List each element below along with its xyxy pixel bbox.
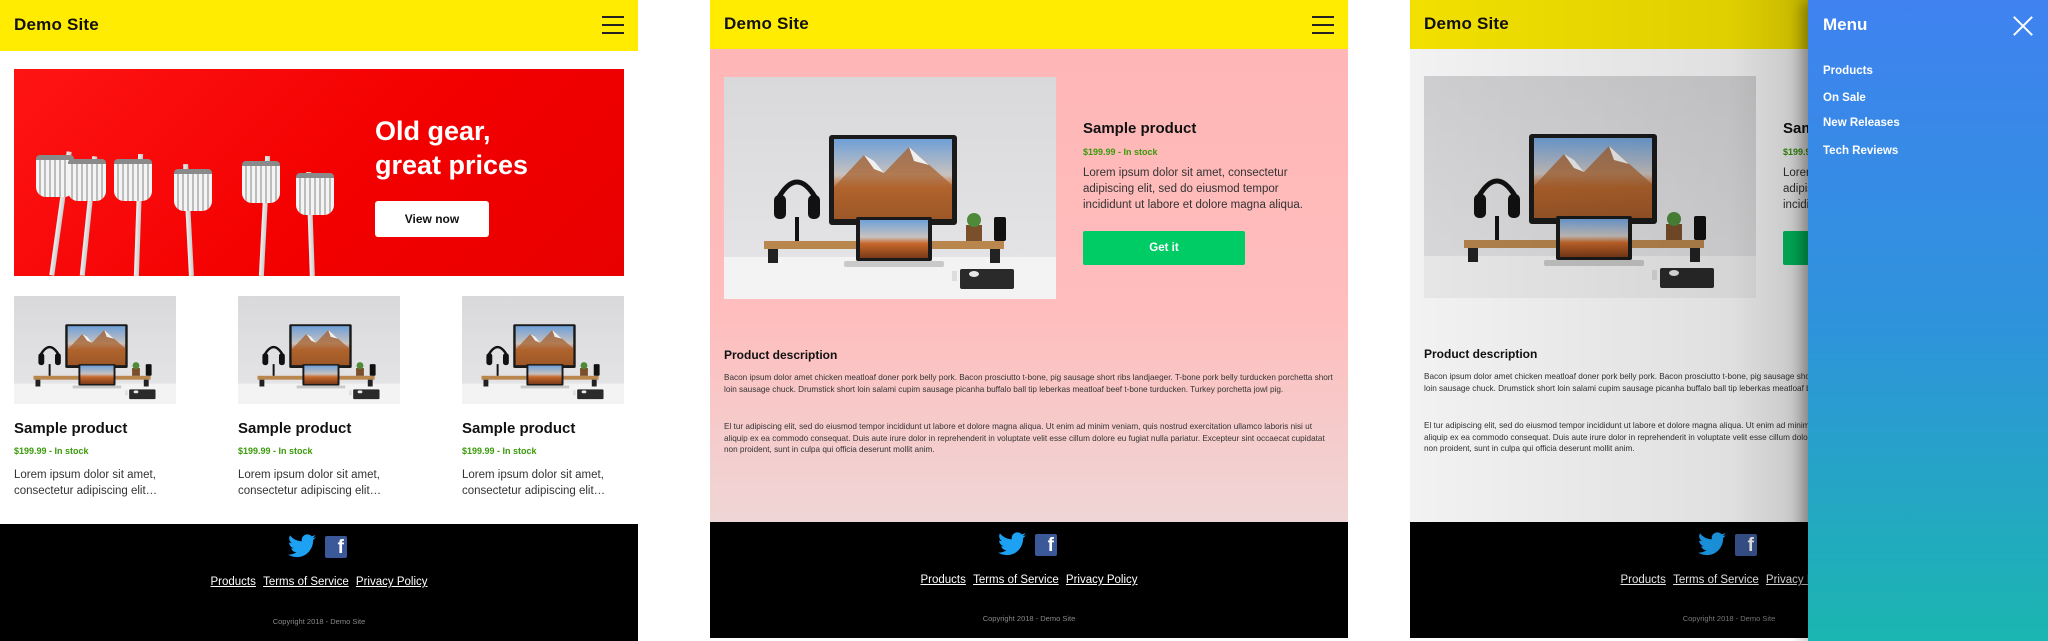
product-description-paragraph: Bacon ipsum dolor amet chicken meatloaf …: [724, 373, 1333, 394]
close-icon[interactable]: [2012, 15, 2034, 37]
menu-title: Menu: [1823, 15, 1868, 34]
product-image[interactable]: [238, 296, 400, 404]
footer-link-privacy[interactable]: Privacy Policy: [1066, 574, 1138, 586]
twitter-icon[interactable]: [1698, 532, 1726, 556]
product-price: $199.99 - In stock: [238, 446, 313, 456]
site-header: Demo Site: [0, 0, 638, 51]
menu-item-tech-reviews[interactable]: Tech Reviews: [1823, 145, 1898, 157]
twitter-icon[interactable]: [288, 534, 316, 558]
product-summary: Lorem ipsum dolor sit amet, consectetur …: [1083, 167, 1303, 211]
product-screen: Demo Site Sample product $199.99 - In st…: [710, 0, 1348, 638]
site-logo[interactable]: Demo Site: [1424, 14, 1509, 34]
menu-item-on-sale[interactable]: On Sale: [1823, 92, 1866, 104]
footer-link-products[interactable]: Products: [920, 574, 965, 586]
product-description-title: Product description: [1424, 347, 1538, 361]
footer-link-terms[interactable]: Terms of Service: [1673, 574, 1759, 586]
product-price: $199.99 - In stock: [462, 446, 537, 456]
footer-link-terms[interactable]: Terms of Service: [973, 574, 1059, 586]
product-image: [1424, 76, 1756, 298]
footer-links: Products Terms of Service Privacy Policy: [710, 574, 1348, 586]
menu-item-products[interactable]: Products: [1823, 65, 1873, 77]
copyright-text: Copyright 2018 - Demo Site: [982, 614, 1076, 623]
hamburger-menu-icon[interactable]: [602, 16, 624, 34]
site-logo[interactable]: Demo Site: [724, 14, 809, 34]
footer-link-terms[interactable]: Terms of Service: [263, 576, 349, 588]
get-it-button[interactable]: Get it: [1083, 231, 1245, 265]
copyright-text: Copyright 2018 - Demo Site: [272, 617, 366, 626]
slide-out-menu: Menu Products On Sale New Releases Tech …: [1808, 0, 2048, 641]
footer-link-products[interactable]: Products: [210, 576, 255, 588]
hero-banner: Old gear, great prices View now: [14, 69, 624, 276]
hamburger-menu-icon[interactable]: [1312, 16, 1334, 34]
hero-title: Old gear, great prices: [375, 116, 529, 180]
product-description-paragraph: El tur adipiscing elit, sed do eiusmod t…: [724, 422, 1325, 455]
product-name[interactable]: Sample product: [238, 420, 351, 437]
product-price: $199.99 - In stock: [14, 446, 89, 456]
facebook-icon[interactable]: f: [1035, 534, 1057, 556]
facebook-icon[interactable]: f: [325, 536, 347, 558]
site-footer: f Products Terms of Service Privacy Poli…: [0, 524, 638, 641]
product-description: Lorem ipsum dolor sit amet, consectetur …: [238, 469, 382, 497]
product-image[interactable]: [14, 296, 176, 404]
product-price: $199.99 - In stock: [1083, 147, 1158, 157]
home-screen: Demo Site Old gear, great prices View no…: [0, 0, 638, 641]
footer-link-products[interactable]: Products: [1620, 574, 1665, 586]
site-footer: f Products Terms of Service Privacy Poli…: [710, 522, 1348, 638]
social-links: f: [710, 532, 1348, 558]
menu-item-new-releases[interactable]: New Releases: [1823, 117, 1900, 129]
social-links: f: [0, 534, 638, 560]
facebook-icon[interactable]: f: [1735, 534, 1757, 556]
view-now-button[interactable]: View now: [375, 201, 489, 237]
product-description-title: Product description: [724, 348, 838, 362]
footer-link-privacy[interactable]: Privacy Policy: [356, 576, 428, 588]
site-logo[interactable]: Demo Site: [14, 15, 99, 35]
product-image[interactable]: [462, 296, 624, 404]
twitter-icon[interactable]: [998, 532, 1026, 556]
product-name[interactable]: Sample product: [462, 420, 575, 437]
footer-links: Products Terms of Service Privacy Policy: [0, 576, 638, 588]
product-description: Lorem ipsum dolor sit amet, consectetur …: [462, 469, 606, 497]
product-name[interactable]: Sample product: [14, 420, 127, 437]
product-description: Lorem ipsum dolor sit amet, consectetur …: [14, 469, 158, 497]
product-name: Sample product: [1083, 120, 1197, 137]
product-image: [724, 77, 1056, 299]
site-header: Demo Site: [710, 0, 1348, 49]
